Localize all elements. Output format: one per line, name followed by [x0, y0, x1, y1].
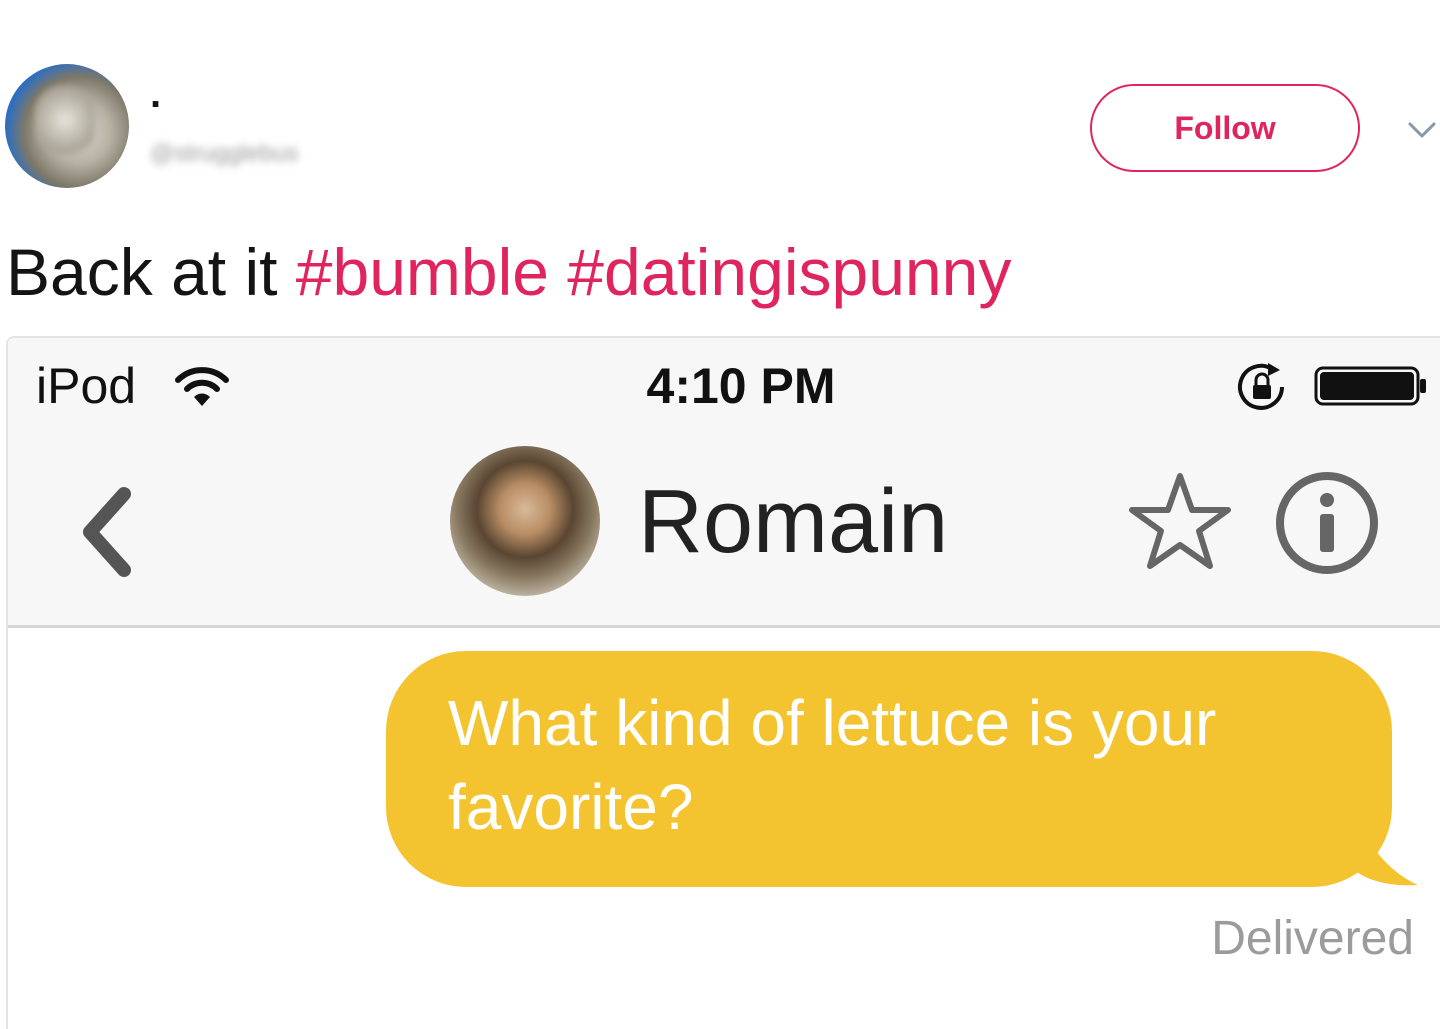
info-icon[interactable]: [1274, 470, 1380, 576]
display-name[interactable]: .: [150, 74, 161, 114]
hashtag-datingispunny[interactable]: #datingispunny: [567, 235, 1011, 309]
contact-name[interactable]: Romain: [638, 470, 948, 574]
tweet-text: Back at it #bumble #datingispunny: [6, 232, 1011, 312]
tweet-text-plain: Back at it: [6, 235, 296, 309]
star-icon[interactable]: [1128, 470, 1232, 574]
contact-avatar[interactable]: [450, 446, 600, 596]
chevron-down-icon[interactable]: [1404, 112, 1440, 148]
message-bubble[interactable]: What kind of lettuce is your favorite?: [386, 651, 1426, 891]
attached-screenshot[interactable]: iPod 4:10 PM Romain What kind of lettuce…: [6, 336, 1440, 1029]
bubble-tail: [1346, 801, 1418, 886]
user-avatar[interactable]: [5, 64, 129, 188]
back-chevron-icon[interactable]: [74, 484, 138, 580]
message-thread: What kind of lettuce is your favorite? D…: [8, 631, 1440, 1029]
follow-button[interactable]: Follow: [1090, 84, 1360, 172]
user-handle[interactable]: @strugglebus: [150, 140, 298, 168]
hashtag-bumble[interactable]: #bumble: [296, 235, 549, 309]
delivery-status: Delivered: [1211, 912, 1414, 965]
status-time: 4:10 PM: [646, 358, 836, 414]
message-text: What kind of lettuce is your favorite?: [386, 651, 1392, 887]
battery-icon: [1314, 366, 1426, 406]
conversation-header: Romain: [8, 432, 1440, 628]
status-bar: iPod 4:10 PM: [8, 338, 1440, 432]
rotation-lock-icon: [1238, 363, 1284, 410]
